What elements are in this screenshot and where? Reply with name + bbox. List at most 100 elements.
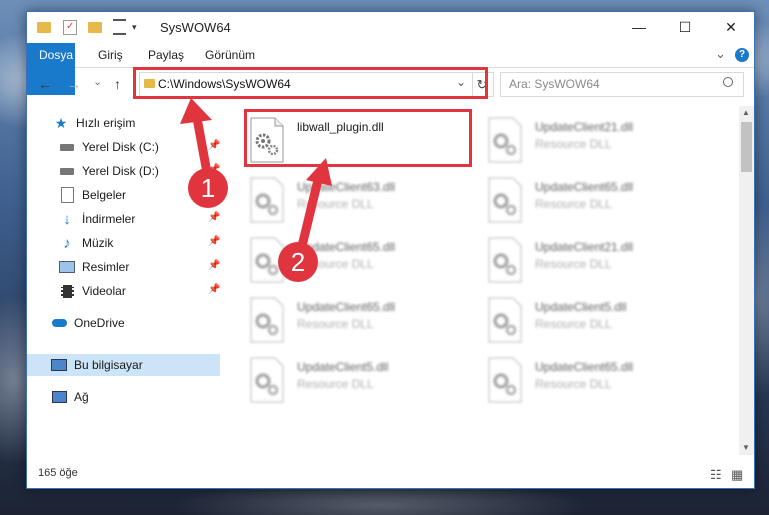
pin-icon: 📌 [208,284,221,295]
tab-home[interactable]: Giriş [87,43,134,67]
back-arrow-icon[interactable]: ← [38,76,52,92]
pin-icon: 📌 [208,164,221,175]
sidebar-item-quick-access[interactable]: ★ Hızlı erişim [53,112,136,134]
dll-file-icon [488,177,522,223]
sidebar-item-label: Belgeler [82,188,127,202]
cloud-icon [51,315,67,331]
file-item[interactable]: UpdateClient5.dll Resource DLL [486,295,706,347]
chevron-down-icon[interactable]: ⌄ [456,75,466,89]
file-type: Resource DLL [297,257,374,271]
minimize-button[interactable]: — [616,12,662,42]
sidebar-item-onedrive[interactable]: OneDrive [51,312,125,334]
documents-icon [59,187,75,203]
tab-share[interactable]: Paylaş [137,43,195,67]
file-item[interactable]: UpdateClient65.dll Resource DLL [248,235,468,287]
file-name: UpdateClient5.dll [535,300,627,314]
help-icon[interactable]: ? [735,48,749,62]
window-title: SysWOW64 [160,20,231,35]
computer-icon [51,357,67,373]
pin-icon: 📌 [208,188,221,199]
file-item[interactable]: UpdateClient21.dll Resource DLL [486,115,706,167]
explorer-window: ✓ ▾ SysWOW64 — ☐ ✕ Dosya Giriş Paylaş Gö… [26,11,755,489]
dll-file-icon [250,177,284,223]
dll-file-icon [250,237,284,283]
music-icon: ♪ [63,234,71,252]
network-icon [51,389,67,405]
file-item[interactable]: UpdateClient21.dll Resource DLL [486,235,706,287]
file-type: Resource DLL [297,197,374,211]
up-arrow-icon[interactable]: ↑ [114,76,121,92]
sidebar-item-label: Hızlı erişim [76,116,136,130]
close-button[interactable]: ✕ [708,12,754,42]
new-folder-icon[interactable] [88,21,102,33]
file-list: libwall_plugin.dll UpdateClient21.dll Re… [225,106,739,455]
file-name: libwall_plugin.dll [297,120,384,134]
sidebar-item-label: İndirmeler [82,212,136,226]
status-bar: 165 öğe ☷ ▦ [27,464,754,486]
dll-file-icon [250,357,284,403]
file-item[interactable]: UpdateClient5.dll Resource DLL [248,355,468,407]
title-bar: ✓ ▾ SysWOW64 — ☐ ✕ [27,12,754,43]
file-name: UpdateClient21.dll [535,240,634,254]
sidebar-item-label: Müzik [82,236,114,250]
file-item-libwall-plugin[interactable]: libwall_plugin.dll [248,115,468,167]
dll-file-icon [250,297,284,343]
file-item[interactable]: UpdateClient65.dll Resource DLL [486,355,706,407]
navigation-bar: ← → ⌄ ↑ C:\Windows\SysWOW64 ⌄ ↻ Ara: Sys… [27,68,754,102]
downloads-icon: ↓ [63,210,71,228]
file-name: UpdateClient63.dll [297,180,396,194]
sidebar-item-documents[interactable]: Belgeler [59,184,126,206]
file-name: UpdateClient65.dll [297,240,396,254]
dll-file-icon [250,117,284,163]
file-item[interactable]: UpdateClient63.dll Resource DLL [248,175,468,227]
item-count: 165 öğe [38,467,78,479]
pin-icon: 📌 [208,260,221,271]
forward-arrow-icon[interactable]: → [67,76,81,92]
sidebar-item-drive-d[interactable]: Yerel Disk (D:) [59,160,159,182]
search-input[interactable]: Ara: SysWOW64 [509,77,600,91]
details-view-icon[interactable]: ☷ [710,467,722,483]
vertical-scrollbar[interactable]: ▲ ▼ [739,106,754,455]
drive-icon [59,163,75,179]
properties-icon[interactable]: ✓ [63,19,77,35]
chevron-down-icon[interactable]: ⌄ [715,46,726,62]
dropdown-icon[interactable]: ▾ [132,22,137,33]
pin-icon: 📌 [208,236,221,247]
sidebar-item-drive-c[interactable]: Yerel Disk (C:) [59,136,159,158]
folder-icon [37,21,51,33]
sidebar-item-label: OneDrive [74,316,125,330]
recent-locations-icon[interactable]: ⌄ [93,75,102,88]
file-item[interactable]: UpdateClient65.dll Resource DLL [486,175,706,227]
pin-icon: 📌 [208,140,221,151]
sidebar-item-label: Ağ [74,390,89,404]
search-box[interactable]: Ara: SysWOW64 [500,72,744,97]
sidebar-item-label: Yerel Disk (C:) [82,140,159,154]
tab-view[interactable]: Görünüm [194,43,266,67]
large-icons-view-icon[interactable]: ▦ [731,467,743,483]
maximize-button[interactable]: ☐ [662,12,708,42]
search-icon [723,77,733,87]
address-bar[interactable]: C:\Windows\SysWOW64 ⌄ [139,72,473,97]
sidebar-item-network[interactable]: Ağ [51,386,89,408]
refresh-button[interactable]: ↻ [471,72,494,97]
file-name: UpdateClient65.dll [535,180,634,194]
sidebar-item-videos[interactable]: Videolar [59,280,126,302]
dll-file-icon [488,297,522,343]
file-name: UpdateClient5.dll [297,360,389,374]
sidebar-item-this-pc[interactable]: Bu bilgisayar [27,354,220,376]
file-type: Resource DLL [297,377,374,391]
navigation-pane: ★ Hızlı erişim Yerel Disk (C:) 📌 Yerel D… [27,106,223,456]
scroll-down-icon[interactable]: ▼ [742,443,750,452]
sidebar-item-pictures[interactable]: Resimler [59,256,129,278]
scrollbar-thumb[interactable] [741,122,752,172]
customize-toolbar-icon[interactable] [113,19,126,35]
scroll-up-icon[interactable]: ▲ [742,108,750,117]
sidebar-item-label: Videolar [82,284,126,298]
sidebar-item-downloads[interactable]: ↓ İndirmeler [59,208,135,230]
file-item[interactable]: UpdateClient65.dll Resource DLL [248,295,468,347]
sidebar-item-music[interactable]: ♪ Müzik [59,232,113,254]
folder-icon [144,79,155,88]
star-icon: ★ [54,114,68,131]
ribbon-tabs: Dosya Giriş Paylaş Görünüm ⌄ ? [27,43,754,95]
drive-icon [59,139,75,155]
